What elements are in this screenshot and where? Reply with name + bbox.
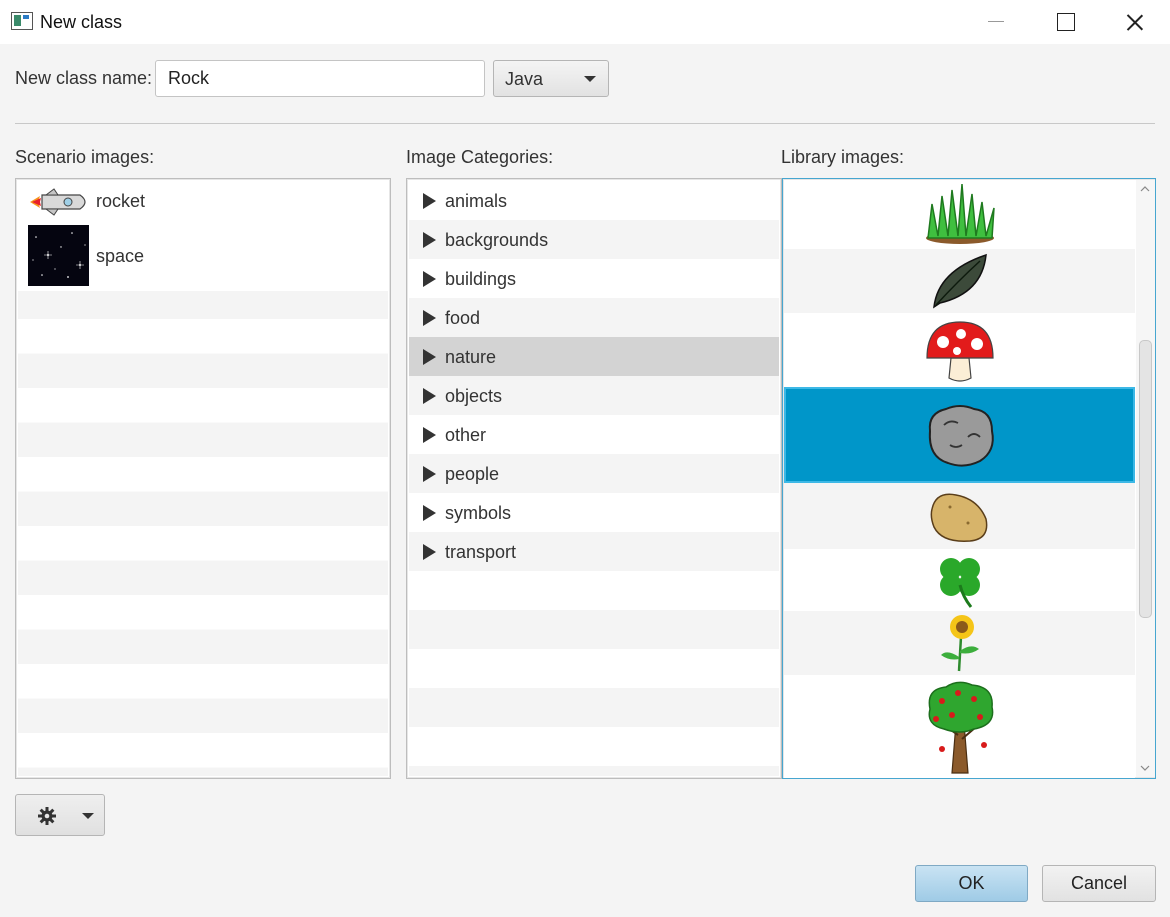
- image-categories-label: Image Categories:: [406, 147, 554, 167]
- category-label: transport: [445, 542, 517, 562]
- gear-icon: [38, 807, 56, 825]
- potato-icon: [930, 493, 987, 542]
- expand-arrow-icon[interactable]: [423, 271, 436, 287]
- expand-arrow-icon[interactable]: [423, 310, 436, 326]
- scroll-thumb[interactable]: [1139, 340, 1152, 618]
- category-label: animals: [445, 191, 508, 211]
- class-name-label: New class name:: [15, 68, 153, 88]
- library-images-label: Library images:: [781, 147, 905, 167]
- language-select[interactable]: Java: [493, 60, 609, 97]
- clover-icon: [939, 558, 980, 608]
- minimize-button[interactable]: [972, 0, 1018, 44]
- category-transport[interactable]: transport: [409, 532, 779, 571]
- category-label: other: [445, 425, 487, 445]
- category-people[interactable]: people: [409, 454, 779, 493]
- maximize-button[interactable]: [1041, 0, 1087, 44]
- close-button[interactable]: [1112, 0, 1158, 44]
- ok-button[interactable]: OK: [915, 865, 1028, 902]
- scenario-images-list[interactable]: rocket space: [15, 178, 391, 779]
- category-label: objects: [445, 386, 503, 406]
- library-images-list[interactable]: [782, 178, 1156, 779]
- expand-arrow-icon[interactable]: [423, 388, 436, 404]
- scenario-image-name: space: [96, 246, 145, 266]
- library-image-item[interactable]: [784, 483, 1135, 549]
- chevron-down-icon: [584, 76, 596, 82]
- category-backgrounds[interactable]: backgrounds: [409, 220, 779, 259]
- category-nature[interactable]: nature: [409, 337, 779, 376]
- category-objects[interactable]: objects: [409, 376, 779, 415]
- app-icon: [11, 12, 33, 30]
- cancel-button[interactable]: Cancel: [1042, 865, 1156, 902]
- expand-arrow-icon[interactable]: [423, 505, 436, 521]
- category-label: food: [445, 308, 481, 328]
- class-name-input[interactable]: [155, 60, 485, 97]
- expand-arrow-icon[interactable]: [423, 193, 436, 209]
- library-image-item[interactable]: [784, 611, 1135, 675]
- grass-icon: [925, 183, 995, 244]
- options-menu-button[interactable]: [15, 794, 105, 836]
- library-image-item[interactable]: [784, 675, 1135, 778]
- category-symbols[interactable]: symbols: [409, 493, 779, 532]
- library-image-item[interactable]: [784, 313, 1135, 387]
- expand-arrow-icon[interactable]: [423, 544, 436, 560]
- category-label: people: [445, 464, 500, 484]
- expand-arrow-icon[interactable]: [423, 232, 436, 248]
- library-scrollbar[interactable]: [1136, 180, 1155, 777]
- library-image-item[interactable]: [784, 387, 1135, 483]
- list-item[interactable]: space: [18, 221, 388, 291]
- image-categories-list[interactable]: animals backgrounds buildings food natur…: [406, 178, 782, 779]
- apple-tree-icon: [928, 681, 993, 774]
- category-label: nature: [445, 347, 497, 367]
- scenario-images-label: Scenario images:: [15, 147, 155, 167]
- scroll-up-icon[interactable]: [1140, 184, 1150, 194]
- space-thumbnail: [28, 225, 89, 286]
- category-other[interactable]: other: [409, 415, 779, 454]
- language-value: Java: [505, 69, 544, 89]
- category-animals[interactable]: animals: [409, 181, 779, 220]
- scroll-down-icon[interactable]: [1140, 763, 1150, 773]
- category-food[interactable]: food: [409, 298, 779, 337]
- library-image-item[interactable]: [784, 249, 1135, 313]
- leaf-icon: [932, 253, 987, 309]
- library-image-item[interactable]: [784, 180, 1135, 249]
- library-image-item[interactable]: [784, 549, 1135, 611]
- expand-arrow-icon[interactable]: [423, 466, 436, 482]
- expand-arrow-icon[interactable]: [423, 427, 436, 443]
- sunflower-icon: [940, 615, 979, 672]
- scenario-image-name: rocket: [96, 191, 146, 211]
- category-label: buildings: [445, 269, 517, 289]
- category-label: backgrounds: [445, 230, 549, 250]
- expand-arrow-icon[interactable]: [423, 349, 436, 365]
- separator: [15, 123, 1155, 124]
- mushroom-icon: [925, 321, 994, 382]
- rocket-icon: [30, 188, 86, 216]
- chevron-down-icon: [82, 813, 94, 819]
- window-title: New class: [40, 12, 123, 32]
- title-bar: New class: [0, 0, 1170, 44]
- list-item[interactable]: rocket: [18, 181, 388, 221]
- rock-icon: [928, 405, 994, 467]
- category-buildings[interactable]: buildings: [409, 259, 779, 298]
- category-label: symbols: [445, 503, 512, 523]
